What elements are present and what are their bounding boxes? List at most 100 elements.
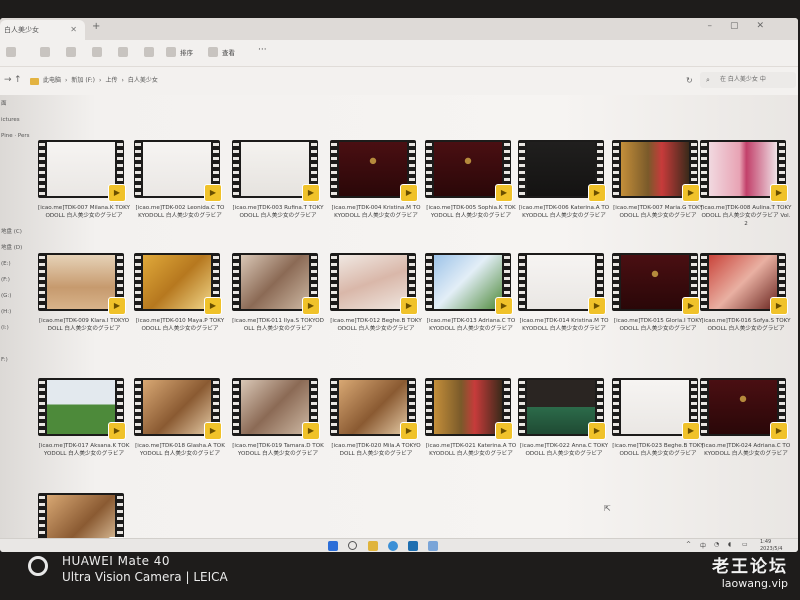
file-item[interactable]: ▶ [icao.me]TDK-009 Klara.I TOKYODOLL 白人美少…: [38, 253, 130, 333]
view-button[interactable]: 查看: [222, 47, 235, 57]
file-item[interactable]: ▶ [icao.me]TDK-021 Katerina.A TOKYODOLL 白…: [425, 378, 517, 458]
file-item[interactable]: ▶ [icao.me]TDK-007 Milana.K TOKYODOLL 白人美…: [38, 140, 130, 220]
back-arrow-icon[interactable]: →: [4, 75, 12, 85]
sidebar-item[interactable]: 面: [0, 96, 30, 112]
file-item[interactable]: ▶ [icao.me]TDK-010 Maya.P TOKYODOLL 白人美少女…: [134, 253, 226, 333]
view-icon[interactable]: [208, 47, 218, 57]
file-item[interactable]: ▶ [icao.me]TDK-006 Katerina.A TOKYODOLL 白…: [518, 140, 610, 220]
file-item[interactable]: ▶ [icao.me]TDK-003 Rufina.T TOKYODOLL 白人美…: [232, 140, 324, 220]
cut-icon[interactable]: [40, 47, 50, 57]
input-method[interactable]: 中: [700, 541, 706, 550]
video-thumbnail[interactable]: ▶: [700, 140, 788, 202]
breadcrumb-item[interactable]: 上传: [105, 74, 117, 88]
sidebar-item[interactable]: (F:): [0, 272, 30, 288]
video-thumbnail[interactable]: ▶: [518, 378, 606, 440]
up-arrow-icon[interactable]: ↑: [14, 75, 22, 85]
video-thumbnail[interactable]: ▶: [134, 253, 222, 315]
file-item[interactable]: ▶ [icao.me]TDK-016 Sofya.S TOKYODOLL 白人美少…: [700, 253, 792, 333]
video-thumbnail[interactable]: ▶: [518, 253, 606, 315]
browser-icon[interactable]: [388, 541, 398, 551]
video-thumbnail[interactable]: ▶: [612, 378, 700, 440]
clock-time[interactable]: 1:49: [760, 539, 771, 545]
tab-current-folder[interactable]: 白人美少女 ✕: [0, 20, 85, 40]
copy-icon[interactable]: [66, 47, 76, 57]
file-item[interactable]: ▶ [icao.me]TDK-023 Beghe.B TOKYODOLL 白人美少…: [612, 378, 704, 458]
video-thumbnail[interactable]: ▶: [700, 378, 788, 440]
file-item[interactable]: ▶ [icao.me]TDK-011 Ilya.S TOKYODOLL 白人美少女…: [232, 253, 324, 333]
sidebar-item[interactable]: Pine · Pers: [0, 128, 30, 144]
file-item[interactable]: ▶ [icao.me]TDK-024 Adriana.C TOKYODOLL 白人…: [700, 378, 792, 458]
new-icon[interactable]: [6, 47, 16, 57]
breadcrumb-item[interactable]: 白人美少女: [128, 74, 158, 88]
window-controls[interactable]: –▢✕: [707, 21, 782, 31]
breadcrumb-item[interactable]: 此电脑: [43, 74, 61, 88]
sidebar-item[interactable]: [0, 336, 30, 352]
file-item[interactable]: ▶ [icao.me]TDK-014 Kristina.M TOKYODOLL 白…: [518, 253, 610, 333]
video-thumbnail[interactable]: ▶: [612, 140, 700, 202]
close-tab-icon[interactable]: ✕: [70, 20, 77, 40]
wifi-icon[interactable]: ◔: [714, 541, 719, 548]
file-item[interactable]: ▶ [icao.me]TDK-015 Gloria.I TOKYODOLL 白人美…: [612, 253, 704, 333]
file-explorer-icon[interactable]: [368, 541, 378, 551]
video-thumbnail[interactable]: ▶: [330, 140, 418, 202]
sidebar-item[interactable]: F:): [0, 352, 30, 368]
file-item[interactable]: ▶ [icao.me]TDK-013 Adriana.C TOKYODOLL 白人…: [425, 253, 517, 333]
sidebar-item[interactable]: (H:): [0, 304, 30, 320]
breadcrumb[interactable]: 此电脑 › 新加 (F:) › 上传 › 白人美少女: [30, 74, 650, 88]
file-item[interactable]: ▶ [icao.me]TDK-004 Kristina.M TOKYODOLL 白…: [330, 140, 422, 220]
volume-icon[interactable]: ◖: [728, 541, 731, 548]
sidebar-item[interactable]: [0, 208, 30, 224]
battery-icon[interactable]: ▭: [742, 541, 748, 548]
file-item[interactable]: ▶ [icao.me]TDK-012 Beghe.B TOKYODOLL 白人美少…: [330, 253, 422, 333]
video-thumbnail[interactable]: ▶: [38, 140, 126, 202]
sidebar-item[interactable]: ictures: [0, 112, 30, 128]
video-thumbnail[interactable]: ▶: [232, 140, 320, 202]
sidebar-item[interactable]: (G:): [0, 288, 30, 304]
video-thumbnail[interactable]: ▶: [425, 140, 513, 202]
file-item[interactable]: ▶ [icao.me]TDK-007 Maria.G TOKYODOLL 白人美少…: [612, 140, 704, 220]
sidebar-item[interactable]: (E:): [0, 256, 30, 272]
sidebar-item[interactable]: 地盘 (D): [0, 240, 30, 256]
video-thumbnail[interactable]: ▶: [134, 378, 222, 440]
start-icon[interactable]: [328, 541, 338, 551]
sidebar-item[interactable]: [0, 144, 30, 160]
sidebar-item[interactable]: 地盘 (C): [0, 224, 30, 240]
video-thumbnail[interactable]: ▶: [700, 253, 788, 315]
search-box[interactable]: ⌕ 在 白人美少女 中: [700, 72, 796, 88]
tray-chevron-icon[interactable]: ^: [686, 541, 691, 548]
video-thumbnail[interactable]: ▶: [518, 140, 606, 202]
sort-button[interactable]: 排序: [180, 47, 193, 57]
file-item[interactable]: ▶ [icao.me]TDK-008 Aulina.T TOKYODOLL 白人美…: [700, 140, 792, 228]
video-thumbnail[interactable]: ▶: [425, 378, 513, 440]
video-thumbnail[interactable]: ▶: [425, 253, 513, 315]
new-tab-button[interactable]: +: [92, 21, 100, 32]
file-item[interactable]: ▶ [icao.me]TDK-005 Sophia.K TOKYODOLL 白人美…: [425, 140, 517, 220]
video-thumbnail[interactable]: ▶: [612, 253, 700, 315]
file-item[interactable]: ▶ [icao.me]TDK-019 Tamara.D TOKYODOLL 白人美…: [232, 378, 324, 458]
share-icon[interactable]: [144, 47, 154, 57]
paste-icon[interactable]: [92, 47, 102, 57]
breadcrumb-item[interactable]: 新加 (F:): [71, 74, 95, 88]
app-icon[interactable]: [408, 541, 418, 551]
video-thumbnail[interactable]: ▶: [38, 378, 126, 440]
video-thumbnail[interactable]: ▶: [232, 253, 320, 315]
sort-icon[interactable]: [166, 47, 176, 57]
file-item[interactable]: ▶ [icao.me]TDK-020 Mila.A TOKYODOLL 白人美少女…: [330, 378, 422, 458]
refresh-icon[interactable]: ↻: [686, 76, 693, 85]
video-thumbnail[interactable]: ▶: [330, 253, 418, 315]
sidebar-item[interactable]: [0, 176, 30, 192]
file-item[interactable]: ▶ [icao.me]TDK-002 Leonida.C TOKYODOLL 白人…: [134, 140, 226, 220]
more-button[interactable]: ···: [258, 45, 267, 55]
file-item[interactable]: ▶ [icao.me]TDK-022 Anna.C TOKYODOLL 白人美少女…: [518, 378, 610, 458]
file-item[interactable]: ▶ [icao.me]TDK-017 Aksana.K TOKYODOLL 白人美…: [38, 378, 130, 458]
video-thumbnail[interactable]: ▶: [38, 253, 126, 315]
rename-icon[interactable]: [118, 47, 128, 57]
file-item[interactable]: ▶ [icao.me]TDK-018 Glasha.A TOKYODOLL 白人美…: [134, 378, 226, 458]
search-taskbar-icon[interactable]: [348, 541, 357, 550]
app-icon[interactable]: [428, 541, 438, 551]
sidebar-item[interactable]: [0, 160, 30, 176]
video-thumbnail[interactable]: ▶: [134, 140, 222, 202]
video-thumbnail[interactable]: ▶: [232, 378, 320, 440]
sidebar-item[interactable]: (I:): [0, 320, 30, 336]
sidebar-item[interactable]: [0, 192, 30, 208]
